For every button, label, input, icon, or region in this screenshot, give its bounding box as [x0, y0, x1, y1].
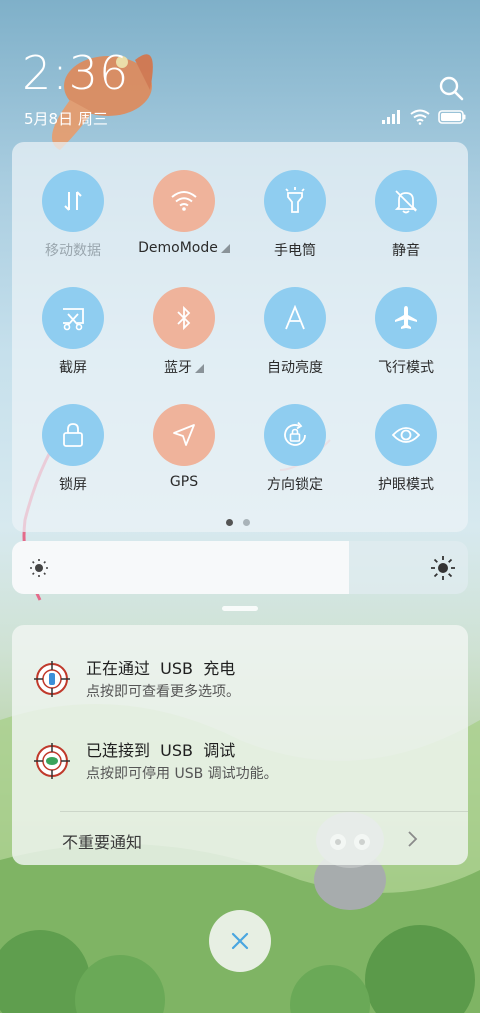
tile-gps-button[interactable] — [153, 404, 215, 466]
brightness-low-icon — [30, 559, 48, 577]
notification-usb-charging[interactable]: 正在通过 USB 充电 点按即可查看更多选项。 — [12, 653, 468, 713]
tile-eye-care-button[interactable] — [375, 404, 437, 466]
tile-airplane-label: 飞行模式 — [378, 360, 434, 376]
auto-brightness-icon — [285, 305, 305, 330]
tile-eye-care-label: 护眼模式 — [378, 477, 434, 493]
page-indicator — [226, 519, 250, 526]
tile-screenshot-button[interactable] — [42, 287, 104, 349]
tile-mobile-data-button[interactable] — [42, 170, 104, 232]
usb-debug-icon — [34, 743, 70, 779]
brightness-high-icon — [431, 556, 455, 580]
tile-bluetooth-button[interactable] — [153, 287, 215, 349]
tile-bluetooth-label-text: 蓝牙 — [164, 360, 192, 376]
tile-gps[interactable]: GPS — [128, 376, 240, 490]
airplane-icon — [395, 306, 417, 329]
tile-wifi-button[interactable] — [153, 170, 215, 232]
tile-screenshot-label: 截屏 — [59, 360, 87, 376]
tile-lock-button[interactable] — [42, 404, 104, 466]
chevron-right-icon[interactable] — [404, 829, 420, 849]
notification-title: 已连接到 USB 调试 — [86, 741, 236, 760]
page-dot-2 — [243, 519, 250, 526]
tile-mute-button[interactable] — [375, 170, 437, 232]
close-icon — [231, 932, 249, 950]
notification-usb-debug[interactable]: 已连接到 USB 调试 点按即可停用 USB 调试功能。 — [12, 735, 468, 795]
tile-bluetooth-label: 蓝牙 — [128, 357, 240, 377]
lock-icon — [63, 423, 83, 447]
divider — [60, 811, 468, 812]
tile-airplane-button[interactable] — [375, 287, 437, 349]
eye-icon — [392, 427, 420, 443]
clock: 2:36 — [22, 46, 130, 100]
tile-lock-label: 锁屏 — [59, 477, 87, 493]
bluetooth-icon — [177, 305, 191, 331]
tile-eye-care[interactable]: 护眼模式 — [350, 376, 462, 493]
tile-mute[interactable]: 静音 — [350, 142, 462, 259]
status-icons — [382, 108, 466, 126]
tile-airplane[interactable]: 飞行模式 — [350, 259, 462, 376]
bell-off-icon — [394, 190, 418, 214]
tile-auto-brightness[interactable]: 自动亮度 — [239, 259, 351, 376]
tile-rotation-lock[interactable]: 方向锁定 — [239, 376, 351, 493]
tile-wifi-label-text: DemoMode — [138, 240, 218, 256]
mobile-data-icon — [64, 191, 82, 211]
tile-mobile-data-label: 移动数据 — [45, 243, 101, 259]
location-arrow-icon — [173, 424, 195, 446]
battery-icon — [438, 110, 466, 124]
tile-flashlight-label: 手电筒 — [274, 243, 316, 259]
tile-gps-label: GPS — [169, 474, 199, 490]
minor-notifications-link[interactable]: 不重要通知 — [62, 829, 142, 853]
notification-panel: 正在通过 USB 充电 点按即可查看更多选项。 已连接到 USB 调试 点按即可… — [12, 625, 468, 865]
clear-notifications-button[interactable] — [209, 910, 271, 972]
tile-mobile-data[interactable]: 移动数据 — [17, 142, 129, 259]
tile-flashlight[interactable]: 手电筒 — [239, 142, 351, 259]
wifi-icon — [171, 191, 197, 211]
brightness-slider[interactable] — [12, 541, 468, 594]
drag-handle[interactable] — [222, 606, 258, 611]
notification-text: 点按即可查看更多选项。 — [86, 684, 240, 700]
tile-rotation-lock-button[interactable] — [264, 404, 326, 466]
screenshot-icon — [63, 308, 84, 331]
tile-lock[interactable]: 锁屏 — [17, 376, 129, 493]
page-dot-1 — [226, 519, 233, 526]
tile-bluetooth[interactable]: 蓝牙 — [128, 259, 240, 376]
notification-title: 正在通过 USB 充电 — [86, 659, 236, 678]
usb-charging-icon — [34, 661, 70, 697]
expand-indicator-icon — [195, 364, 204, 373]
tile-wifi[interactable]: DemoMode — [128, 142, 240, 256]
quick-settings-panel: 移动数据 DemoMode 手电筒 静音 截屏 蓝牙 自动亮度 飞行模式 锁屏 … — [12, 142, 468, 532]
notification-text: 点按即可停用 USB 调试功能。 — [86, 766, 278, 782]
rotation-lock-icon — [284, 421, 306, 446]
wifi-status-icon — [410, 109, 430, 125]
date: 5月8日 周三 — [24, 110, 108, 128]
search-icon[interactable] — [437, 74, 465, 102]
expand-indicator-icon — [220, 244, 230, 253]
tile-mute-label: 静音 — [392, 243, 420, 259]
tile-auto-brightness-button[interactable] — [264, 287, 326, 349]
flashlight-icon — [285, 187, 305, 213]
signal-icon — [382, 110, 400, 124]
tile-auto-brightness-label: 自动亮度 — [267, 360, 323, 376]
tile-flashlight-button[interactable] — [264, 170, 326, 232]
tile-screenshot[interactable]: 截屏 — [17, 259, 129, 376]
brightness-slider-fill[interactable] — [12, 541, 350, 594]
tile-rotation-lock-label: 方向锁定 — [267, 477, 323, 493]
tile-wifi-label: DemoMode — [128, 240, 240, 256]
